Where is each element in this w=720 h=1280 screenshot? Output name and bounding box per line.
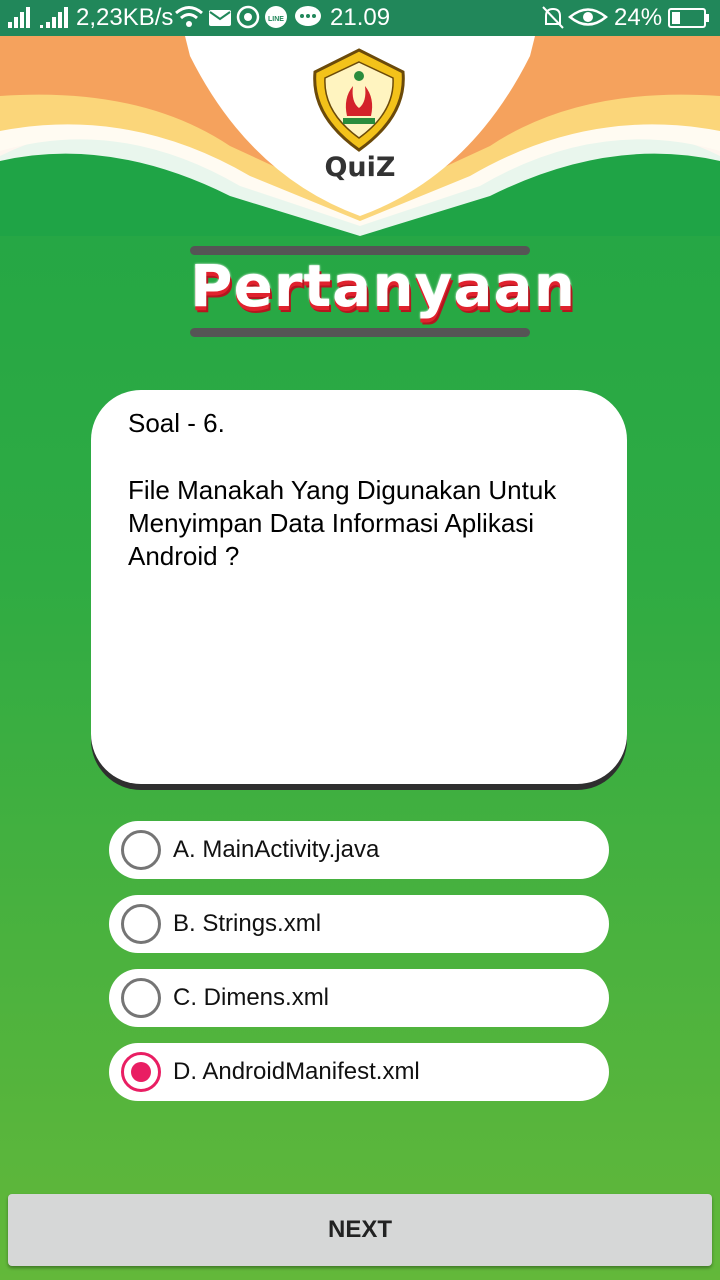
network-speed: 2,23KB/s [76,4,174,31]
app-name: QuiZ [324,152,396,183]
option-d[interactable]: D. AndroidManifest.xml [109,1043,609,1101]
page-title: Pertanyaan [190,252,576,320]
battery-percent: 24% [614,4,663,31]
option-c[interactable]: C. Dimens.xml [109,969,609,1027]
clock-time: 21.09 [330,4,391,31]
signal-icon [8,4,68,32]
mute-icon [541,4,565,32]
mail-icon [208,4,232,32]
whatsapp-icon [236,4,260,32]
option-label: B. Strings.xml [173,910,322,937]
radio-icon[interactable] [121,830,161,870]
question-text: File Manakah Yang Digunakan Untuk Menyim… [128,475,557,571]
option-a[interactable]: A. MainActivity.java [109,821,609,879]
next-button[interactable]: NEXT [8,1194,712,1266]
option-label: C. Dimens.xml [173,984,330,1011]
wifi-icon [174,4,204,32]
eye-icon [568,4,608,32]
line-icon: LINE [264,4,288,32]
question-number: Soal - 6. [128,408,225,438]
chat-icon [294,4,322,32]
option-label: D. AndroidManifest.xml [173,1058,420,1085]
university-logo [303,46,415,156]
option-label: A. MainActivity.java [173,836,380,863]
svg-text:LINE: LINE [268,16,284,23]
radio-checked-icon[interactable] [121,1052,161,1092]
radio-icon[interactable] [121,978,161,1018]
radio-icon[interactable] [121,904,161,944]
question-card: Soal - 6. File Manakah Yang Digunakan Un… [91,390,627,784]
option-b[interactable]: B. Strings.xml [109,895,609,953]
page-title-block: Pertanyaan [190,244,576,340]
status-bar: 2,23KB/s LINE 21.09 24% [0,0,720,36]
title-divider-bottom [190,328,530,337]
battery-icon [668,4,710,32]
